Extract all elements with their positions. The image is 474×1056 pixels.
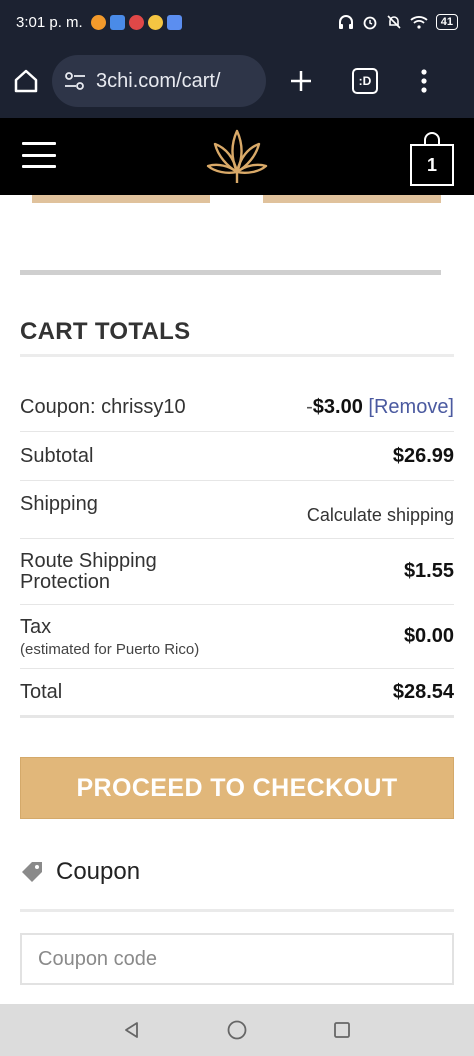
total-value: $28.54 [392,680,454,703]
route-protection-value: $1.55 [403,560,454,582]
coupon-minus: - [306,395,313,418]
browser-toolbar: 3chi.com/cart/ :D [0,44,474,118]
coupon-amount: $3.00 [312,395,363,418]
coupon-row: Coupon: chrissy10 -$3.00 [Remove] [20,383,454,432]
site-settings-icon[interactable] [64,72,86,90]
tax-value: $0.00 [403,625,454,647]
subtotal-value: $26.99 [392,444,454,467]
tab-switcher-button[interactable]: :D [352,68,378,94]
calculate-shipping-link[interactable]: Calculate shipping [307,505,454,526]
home-button[interactable] [12,67,40,95]
coupon-code-input[interactable] [20,933,454,985]
total-row: Total $28.54 [20,669,454,715]
wifi-icon [410,16,428,29]
site-header [0,118,474,195]
section-divider [20,270,441,275]
new-tab-icon [291,71,311,91]
shipping-label: Shipping [20,493,98,515]
coupon-discount: -$3.00 [Remove] [306,396,454,419]
hamburger-menu-icon[interactable] [22,142,56,168]
tax-row: Tax (estimated for Puerto Rico) $0.00 [20,605,454,669]
previous-button-right-edge [263,195,441,203]
status-bar: 3:01 p. m. 41 [0,0,474,44]
video-notification-icon [128,14,144,30]
new-tab-button[interactable] [288,68,314,94]
shopping-bag-icon[interactable]: 1 [410,144,454,186]
headphones-icon [338,15,353,29]
recents-icon[interactable] [332,1020,352,1040]
coupon-divider [20,909,454,912]
title-divider [20,354,454,357]
system-nav-bar [0,1004,474,1056]
cannabis-leaf-logo[interactable] [205,128,269,186]
battery-indicator: 41 [435,14,458,30]
mute-notifications-icon [387,15,401,29]
alarm-icon [363,16,377,30]
coupon-label: Coupon: chrissy10 [20,395,186,418]
remove-coupon-link[interactable]: [Remove] [368,396,454,418]
system-icons: 41 [338,14,458,30]
shipping-row: Shipping Calculate shipping [20,481,454,539]
subtotal-label: Subtotal [20,444,94,467]
url-text: 3chi.com/cart/ [96,69,221,92]
cart-count: 1 [426,154,437,175]
mail-notification-icon [109,14,125,30]
cart-totals-title: CART TOTALS [20,318,191,345]
coupon-heading[interactable]: Coupon [20,858,140,886]
notification-icons [90,14,182,30]
home-icon[interactable] [226,1019,248,1041]
tag-icon [22,862,42,882]
more-menu-button[interactable] [420,68,428,94]
tab-switcher-label: :D [358,74,372,88]
route-protection-row: Route Shipping Protection $1.55 [20,539,454,605]
status-time: 3:01 p. m. [16,13,83,31]
more-menu-icon [421,69,427,93]
total-divider [20,715,454,718]
subtotal-row: Subtotal $26.99 [20,432,454,481]
app-notification-icon [90,14,106,30]
total-label: Total [20,680,63,703]
chrome-notification-icon [147,14,163,30]
tax-label-block: Tax (estimated for Puerto Rico) [20,616,199,658]
url-bar[interactable]: 3chi.com/cart/ [52,55,266,107]
previous-button-left-edge [32,195,210,203]
coupon-heading-label: Coupon [56,858,141,885]
route-protection-label: Route Shipping Protection [20,549,157,593]
back-icon[interactable] [122,1020,142,1040]
proceed-to-checkout-button[interactable]: PROCEED TO CHECKOUT [20,757,454,819]
tax-label: Tax [20,615,52,638]
calendar-notification-icon [166,14,182,30]
tax-note: (estimated for Puerto Rico) [20,640,200,658]
home-icon [14,69,38,93]
